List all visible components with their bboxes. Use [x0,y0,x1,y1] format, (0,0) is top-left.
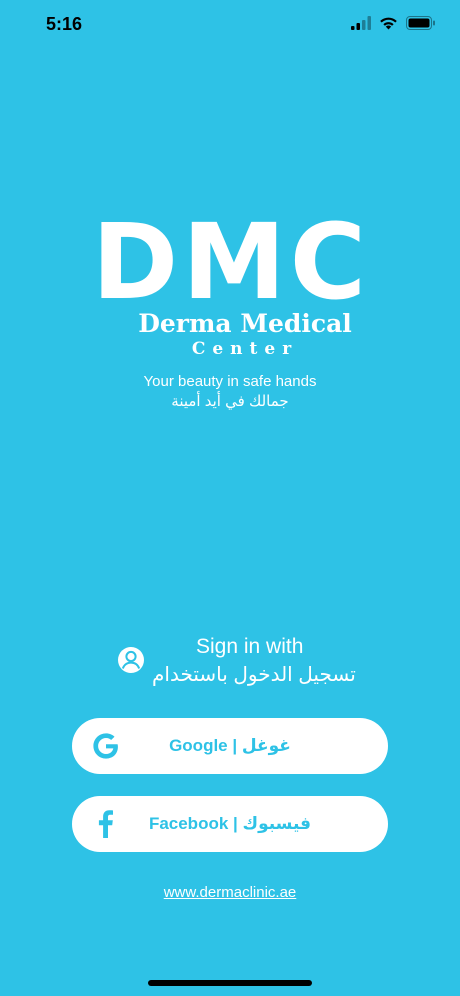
status-bar: 5:16 [0,0,460,50]
status-time: 5:16 [46,14,83,34]
website-link[interactable]: www.dermaclinic.ae [0,884,460,901]
user-circle-icon [118,647,144,673]
logo-letters: DMC [91,201,371,323]
google-button-label: Google | غوغل [169,736,291,755]
facebook-button-label: Facebook | فيسبوك [148,814,312,833]
sign-in-label-en: Sign in with [196,635,304,658]
google-login-button[interactable]: Google | غوغل [72,718,388,774]
battery-icon [406,16,435,30]
signal-icon [351,16,371,30]
wifi-icon [380,17,397,30]
home-indicator[interactable] [148,980,312,986]
status-icons [351,16,436,30]
facebook-login-button[interactable]: Facebook | فيسبوك [72,796,388,852]
tagline-en: Your beauty in safe hands [143,373,317,390]
tagline: Your beauty in safe hands جمالك في أيد أ… [0,372,460,412]
dmc-logo: DMC Derma Medical Center [0,201,460,360]
logo-name-line2: Center [191,339,299,359]
sign-in-header: Sign in with تسجيل الدخول باستخدام [114,634,356,690]
tagline-ar: جمالك في أيد أمينة [171,393,289,410]
sign-in-label-ar: تسجيل الدخول باستخدام [152,664,356,686]
